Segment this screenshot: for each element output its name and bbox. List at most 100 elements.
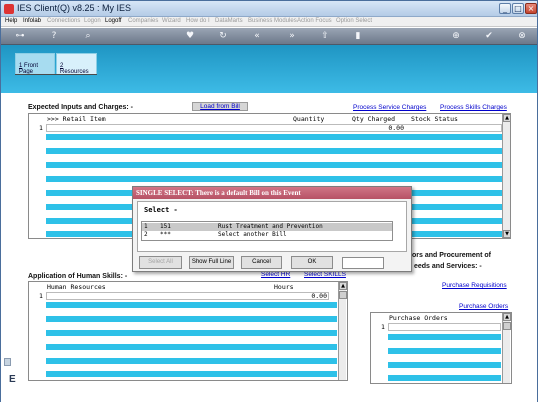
row-number: 1 (39, 124, 43, 132)
list-item[interactable]: 2 *** Select another Bill (142, 231, 392, 239)
human-grid-header: Human Resources Hours (29, 282, 337, 291)
table-row[interactable] (46, 162, 502, 168)
table-row[interactable] (46, 134, 502, 140)
menu-bar: Help Infolab Connections Logon Logoff Co… (1, 17, 537, 27)
cancel-button[interactable]: Cancel (241, 256, 282, 269)
select-hr-link[interactable]: Select HR (261, 271, 290, 278)
scroll-up-icon[interactable]: ▲ (339, 282, 347, 290)
ok-button[interactable]: OK (291, 256, 333, 269)
menu-help[interactable]: Help (5, 18, 17, 24)
menu-logon[interactable]: Logon (84, 18, 101, 24)
key-icon[interactable]: ⊶ (11, 31, 29, 41)
scroll-down-icon[interactable]: ▼ (503, 230, 511, 238)
help-icon[interactable]: ? (49, 31, 59, 41)
table-row[interactable] (46, 358, 337, 364)
menu-connections[interactable]: Connections (47, 18, 80, 24)
row-number: 1 (381, 323, 385, 331)
close-icon[interactable]: ⊗ (517, 31, 527, 41)
up-icon[interactable]: ⇧ (320, 31, 330, 41)
col-stock-status: Stock Status (411, 115, 458, 123)
menu-business-modules[interactable]: Business Modules (248, 18, 297, 24)
hours-value: 0.00 (311, 292, 327, 300)
po-grid-header: Purchase Orders (371, 313, 501, 322)
col-human-resources: Human Resources (47, 283, 106, 291)
minimize-button[interactable]: _ (499, 3, 511, 14)
scroll-thumb[interactable] (503, 322, 511, 330)
table-row[interactable] (46, 344, 337, 350)
dialog-title: SINGLE SELECT: There is a default Bill o… (133, 187, 411, 199)
menu-how-do-i[interactable]: How do I (186, 18, 210, 24)
menu-action-focus[interactable]: Action Focus (297, 18, 332, 24)
left-edge-control[interactable] (4, 358, 11, 366)
scroll-up-icon[interactable]: ▲ (503, 114, 511, 122)
check-icon[interactable]: ✔ (484, 31, 494, 41)
col-quantity: Quantity (293, 115, 325, 123)
human-resources-grid[interactable]: Human Resources Hours 1 0.00 ▲ (28, 281, 348, 381)
table-row[interactable] (46, 371, 337, 377)
tab-front-page[interactable]: 1 Front Page (15, 53, 55, 75)
app-window: IES Client(Q) v8.25 : My IES _ □ × Help … (0, 0, 538, 402)
human-section-title: Application of Human Skills: - (28, 273, 128, 280)
process-skills-charges-link[interactable]: Process Skills Charges (440, 104, 507, 111)
purchase-orders-grid[interactable]: Purchase Orders 1 ▲ (370, 312, 512, 384)
forward-icon[interactable]: » (287, 31, 297, 41)
close-window-button[interactable]: × (525, 3, 537, 14)
list-item-number: 2 (144, 231, 148, 238)
list-item[interactable]: 1 151 Rust Treatment and Prevention (142, 223, 392, 231)
po-scrollbar[interactable]: ▲ (502, 313, 511, 383)
human-scrollbar[interactable]: ▲ (338, 282, 347, 380)
bill-select-list[interactable]: 1 151 Rust Treatment and Prevention 2 **… (141, 221, 393, 241)
table-row[interactable] (388, 375, 501, 381)
dialog-input-field[interactable] (342, 257, 384, 269)
qty-charged-value: 0.00 (388, 124, 404, 132)
purchase-orders-link[interactable]: Purchase Orders (459, 303, 508, 310)
list-item-desc: Select another Bill (218, 231, 287, 238)
select-all-button[interactable]: Select All (139, 256, 182, 269)
search-icon[interactable]: ⌕ (83, 31, 93, 41)
back-icon[interactable]: « (252, 31, 262, 41)
maximize-button[interactable]: □ (512, 3, 524, 14)
procurement-title-line1: ors and Procurement of (412, 252, 491, 259)
refresh-icon[interactable]: ↻ (218, 31, 228, 41)
table-row[interactable] (46, 148, 502, 154)
dialog-heading: Select - (144, 206, 178, 214)
menu-option-select[interactable]: Option Select (336, 18, 372, 24)
scroll-thumb[interactable] (339, 291, 347, 299)
heart-icon[interactable]: ♥ (185, 31, 195, 41)
table-row[interactable] (388, 323, 501, 331)
col-hours: Hours (274, 283, 294, 291)
menu-companies[interactable]: Companies (128, 18, 158, 24)
table-row[interactable] (46, 176, 502, 182)
dialog-body: Select - 1 151 Rust Treatment and Preven… (137, 201, 407, 252)
table-row[interactable] (46, 316, 337, 322)
table-row[interactable] (46, 302, 337, 308)
row-number: 1 (39, 292, 43, 300)
list-item-number: 1 (144, 223, 148, 230)
menu-infolab[interactable]: Infolab (23, 18, 41, 24)
table-row[interactable] (46, 330, 337, 336)
tab-resources[interactable]: 2 Resources (56, 53, 97, 75)
menu-wizard[interactable]: Wizard (162, 18, 181, 24)
menu-datamarts[interactable]: DataMarts (215, 18, 243, 24)
title-bar[interactable]: IES Client(Q) v8.25 : My IES _ □ × (1, 1, 537, 17)
table-row[interactable] (388, 348, 501, 354)
window-title: IES Client(Q) v8.25 : My IES (17, 3, 132, 13)
toolbar: ⊶ ? ⌕ ♥ ↻ « » ⇧ ▮ ⊕ ✔ ⊗ (1, 28, 537, 45)
purchase-requisitions-link[interactable]: Purchase Requisitions (442, 282, 507, 289)
scroll-up-icon[interactable]: ▲ (503, 313, 511, 321)
menu-logoff[interactable]: Logoff (105, 18, 122, 24)
table-row[interactable] (388, 362, 501, 368)
select-skills-link[interactable]: Select SKILLS (304, 271, 346, 278)
load-from-bill-button[interactable]: Load from Bill (192, 102, 248, 111)
list-item-code: *** (160, 231, 171, 238)
table-row[interactable] (388, 334, 501, 340)
left-edge-letter: E (9, 374, 16, 385)
process-service-charges-link[interactable]: Process Service Charges (353, 104, 426, 111)
add-icon[interactable]: ⊕ (451, 31, 461, 41)
list-item-code: 151 (160, 223, 171, 230)
app-logo-icon (4, 4, 14, 14)
table-row[interactable] (46, 124, 502, 132)
doc-icon[interactable]: ▮ (353, 31, 363, 41)
show-full-line-button[interactable]: Show Full Line (189, 256, 234, 269)
inputs-scrollbar[interactable]: ▲ ▼ (502, 114, 511, 238)
